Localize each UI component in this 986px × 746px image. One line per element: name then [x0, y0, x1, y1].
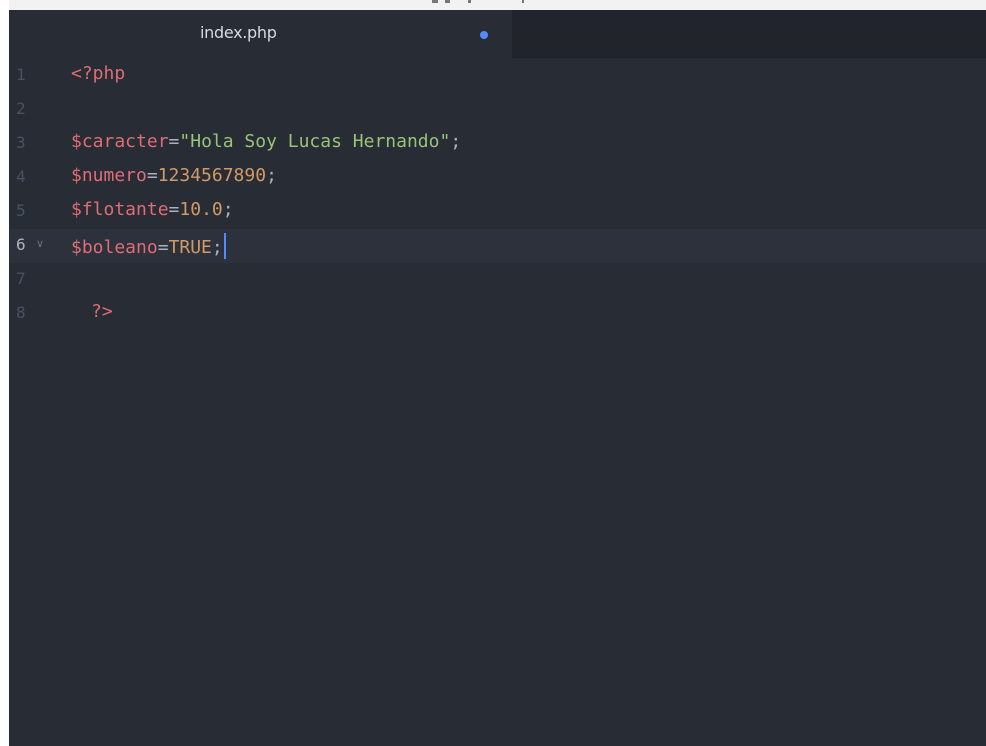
- code-token: ;: [266, 165, 277, 186]
- code-token: TRUE: [168, 237, 212, 258]
- code-token: $numero: [71, 165, 147, 186]
- tab-title: index.php: [200, 23, 277, 42]
- line-number: 1: [16, 65, 26, 84]
- code-token: =: [157, 237, 169, 258]
- code-text: ?>: [91, 301, 113, 322]
- code-token: 1234567890: [157, 165, 267, 186]
- line-number: 6: [16, 235, 26, 254]
- code-token: ?>: [91, 301, 113, 322]
- code-text: $boleano=TRUE;: [71, 233, 226, 259]
- line-number: 8: [16, 303, 26, 322]
- code-token: =: [146, 165, 158, 186]
- code-line[interactable]: 7: [9, 263, 986, 297]
- chevron-down-icon[interactable]: ∨: [36, 237, 44, 250]
- code-line[interactable]: 5 $flotante=10.0;: [9, 195, 986, 229]
- line-number: 3: [16, 133, 26, 152]
- code-token: =: [168, 199, 180, 220]
- code-line[interactable]: 4 $numero=1234567890;: [9, 161, 986, 195]
- code-token: <?php: [71, 63, 126, 84]
- text-cursor: [223, 233, 226, 259]
- code-line[interactable]: 8 ?>: [9, 297, 986, 331]
- code-line[interactable]: 2: [9, 93, 986, 127]
- code-text: $flotante=10.0;: [71, 199, 234, 220]
- line-number: 5: [16, 201, 26, 220]
- code-token: "Hola Soy Lucas Hernando": [179, 131, 451, 152]
- tab-index-php[interactable]: index.php: [9, 10, 512, 58]
- code-text: $numero=1234567890;: [71, 165, 277, 186]
- code-token: =: [168, 131, 180, 152]
- window-border: [0, 0, 9, 746]
- line-number: 2: [16, 99, 26, 118]
- code-token: 10.0: [179, 199, 223, 220]
- code-line[interactable]: 1 <?php: [9, 59, 986, 93]
- code-text: $caracter="Hola Soy Lucas Hernando";: [71, 131, 461, 152]
- code-token: $caracter: [71, 131, 169, 152]
- window-title-bar: [0, 0, 986, 10]
- code-text: <?php: [71, 63, 125, 84]
- code-token: $flotante: [71, 199, 169, 220]
- editor-window: index.php 1 <?php 2 3 $caracter="Hola Soy Lu…: [0, 0, 986, 746]
- modified-indicator-icon[interactable]: [480, 31, 488, 39]
- code-token: ;: [211, 237, 223, 258]
- code-line[interactable]: 3 $caracter="Hola Soy Lucas Hernando";: [9, 127, 986, 161]
- tab-bar: index.php: [9, 10, 986, 58]
- code-editor[interactable]: 1 <?php 2 3 $caracter="Hola Soy Lucas Hernan…: [9, 58, 986, 746]
- code-line[interactable]: 6 ∨ $boleano=TRUE;: [9, 229, 986, 263]
- code-token: ;: [450, 131, 462, 152]
- code-token: $boleano: [71, 237, 158, 258]
- line-number: 7: [16, 269, 26, 288]
- line-number: 4: [16, 167, 26, 186]
- code-token: ;: [222, 199, 234, 220]
